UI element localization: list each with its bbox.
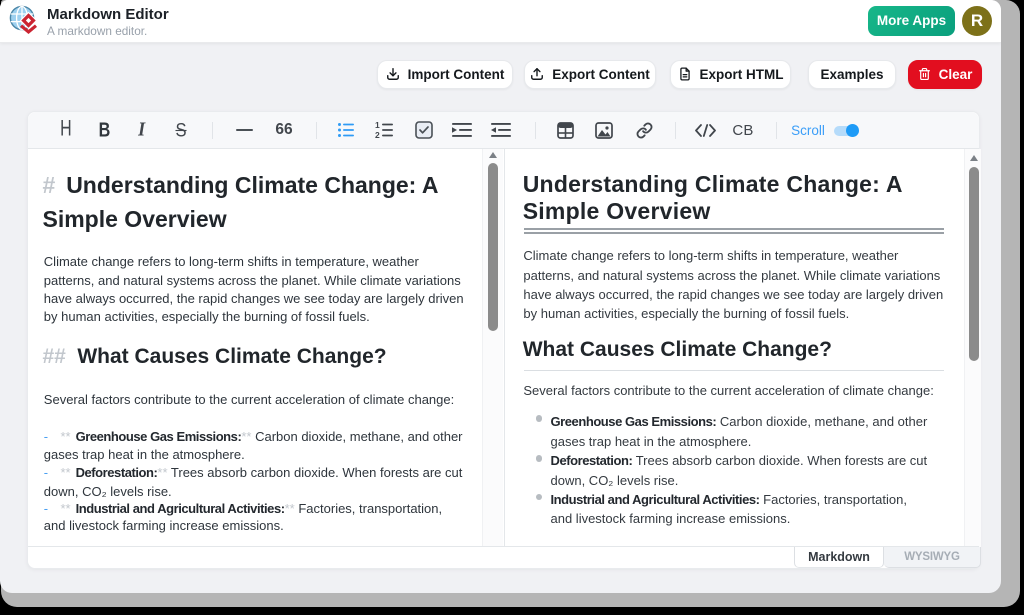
svg-text:2: 2 bbox=[375, 130, 380, 139]
svg-text:1: 1 bbox=[375, 121, 380, 130]
